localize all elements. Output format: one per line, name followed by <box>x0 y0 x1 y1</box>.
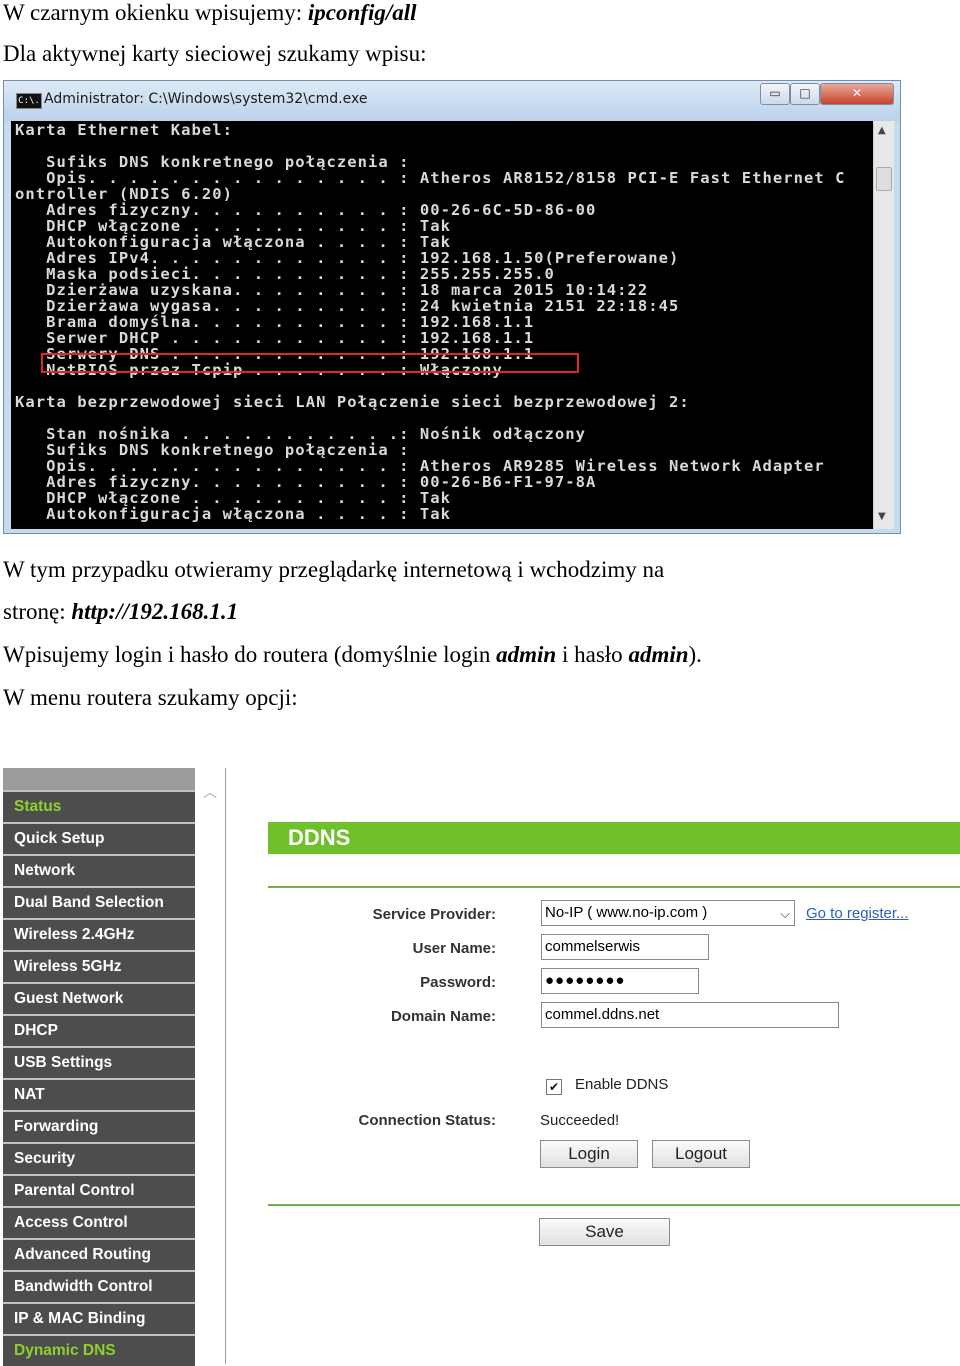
divider <box>268 886 960 888</box>
middle-text-c: ). <box>688 642 702 667</box>
sidebar-top <box>3 768 195 790</box>
sidebar-scrollbar[interactable]: ︿ <box>199 768 226 1364</box>
sidebar-item-forwarding[interactable]: Forwarding <box>3 1110 195 1142</box>
router-admin-panel: Status Quick Setup Network Dual Band Select… <box>3 768 960 1366</box>
sidebar-item-dual-band-selection[interactable]: Dual Band Selection <box>3 886 195 918</box>
sidebar-item-security[interactable]: Security <box>3 1142 195 1174</box>
username-label: User Name: <box>412 940 496 957</box>
router-url: http://192.168.1.1 <box>71 599 239 624</box>
cmd-app-icon: C:\. <box>16 93 42 109</box>
sidebar-item-guest-network[interactable]: Guest Network <box>3 982 195 1014</box>
sidebar-item-wireless-5ghz[interactable]: Wireless 5GHz <box>3 950 195 982</box>
cmd-window: C:\. Administrator: C:\Windows\system32\… <box>3 80 901 534</box>
middle-line-1: W tym przypadku otwieramy przeglądarkę i… <box>3 557 665 582</box>
console-text: Karta Ethernet Kabel: Sufiks DNS konkret… <box>15 121 846 523</box>
console-scrollbar[interactable]: ▲ ▼ <box>873 121 894 529</box>
service-provider-value: No-IP ( www.no-ip.com ) <box>545 904 708 921</box>
sidebar-item-access-control[interactable]: Access Control <box>3 1206 195 1238</box>
enable-ddns-checkbox[interactable]: ✔ <box>546 1079 562 1095</box>
password-label: Password: <box>420 974 496 991</box>
sidebar-menu: Status Quick Setup Network Dual Band Select… <box>3 790 195 1366</box>
domain-name-input[interactable]: commel.ddns.net <box>541 1002 839 1028</box>
register-link[interactable]: Go to register... <box>806 905 909 922</box>
middle-text-a: Wpisujemy login i hasło do routera (domy… <box>3 642 497 667</box>
sidebar-item-dynamic-dns[interactable]: Dynamic DNS <box>3 1334 195 1366</box>
scrollbar-thumb[interactable] <box>876 167 892 191</box>
middle-line-4: W menu routera szukamy opcji: <box>3 685 298 710</box>
ipconfig-command: ipconfig/all <box>307 0 417 25</box>
sidebar-item-wireless-2-4ghz[interactable]: Wireless 2.4GHz <box>3 918 195 950</box>
sidebar-item-advanced-routing[interactable]: Advanced Routing <box>3 1238 195 1270</box>
sidebar-item-bandwidth-control[interactable]: Bandwidth Control <box>3 1270 195 1302</box>
default-gateway-highlight <box>41 353 579 373</box>
service-provider-select[interactable]: No-IP ( www.no-ip.com ) ⌵ <box>541 900 795 926</box>
enable-ddns-label: Enable DDNS <box>575 1076 669 1093</box>
domain-name-label: Domain Name: <box>390 1008 496 1025</box>
page-title: DDNS <box>268 822 960 854</box>
sidebar-item-usb-settings[interactable]: USB Settings <box>3 1046 195 1078</box>
middle-text: stronę: <box>3 599 72 624</box>
scroll-down-arrow-icon[interactable]: ▼ <box>878 511 886 522</box>
minimize-button[interactable]: ▭ <box>760 83 790 105</box>
connection-status-value: Succeeded! <box>540 1112 620 1129</box>
intro-text: W czarnym okienku wpisujemy: <box>3 0 308 25</box>
divider <box>268 1204 960 1206</box>
sidebar-item-nat[interactable]: NAT <box>3 1078 195 1110</box>
intro-line-2: Dla aktywnej karty sieciowej szukamy wpi… <box>3 41 427 66</box>
intro-line-1: W czarnym okienku wpisujemy: ipconfig/al… <box>3 0 417 26</box>
service-provider-label: Service Provider: <box>372 906 496 923</box>
maximize-button[interactable]: □ <box>790 83 820 105</box>
login-button[interactable]: Login <box>540 1140 638 1168</box>
username-input[interactable]: commelserwis <box>541 934 709 960</box>
scroll-up-arrow-icon[interactable]: ▲ <box>878 125 886 136</box>
default-password: admin <box>628 642 689 667</box>
password-input[interactable]: ●●●●●●●● <box>541 968 699 994</box>
sidebar-item-status[interactable]: Status <box>3 790 195 822</box>
default-login: admin <box>496 642 557 667</box>
chevron-up-icon[interactable]: ︿ <box>203 782 217 802</box>
console-output: Karta Ethernet Kabel: Sufiks DNS konkret… <box>11 121 873 529</box>
cmd-window-title: Administrator: C:\Windows\system32\cmd.e… <box>44 91 368 107</box>
sidebar-item-parental-control[interactable]: Parental Control <box>3 1174 195 1206</box>
close-button[interactable]: ✕ <box>820 83 894 105</box>
connection-status-label: Connection Status: <box>358 1112 497 1129</box>
middle-line-3: Wpisujemy login i hasło do routera (domy… <box>3 642 702 668</box>
logout-button[interactable]: Logout <box>652 1140 750 1168</box>
sidebar-item-network[interactable]: Network <box>3 854 195 886</box>
cmd-titlebar: C:\. Administrator: C:\Windows\system32\… <box>4 81 900 121</box>
sidebar-item-ip-mac-binding[interactable]: IP & MAC Binding <box>3 1302 195 1334</box>
middle-line-2: stronę: http://192.168.1.1 <box>3 599 238 625</box>
save-button[interactable]: Save <box>539 1218 670 1246</box>
sidebar-item-quick-setup[interactable]: Quick Setup <box>3 822 195 854</box>
chevron-down-icon: ⌵ <box>780 907 790 922</box>
middle-text-b: i hasło <box>556 642 629 667</box>
sidebar-item-dhcp[interactable]: DHCP <box>3 1014 195 1046</box>
